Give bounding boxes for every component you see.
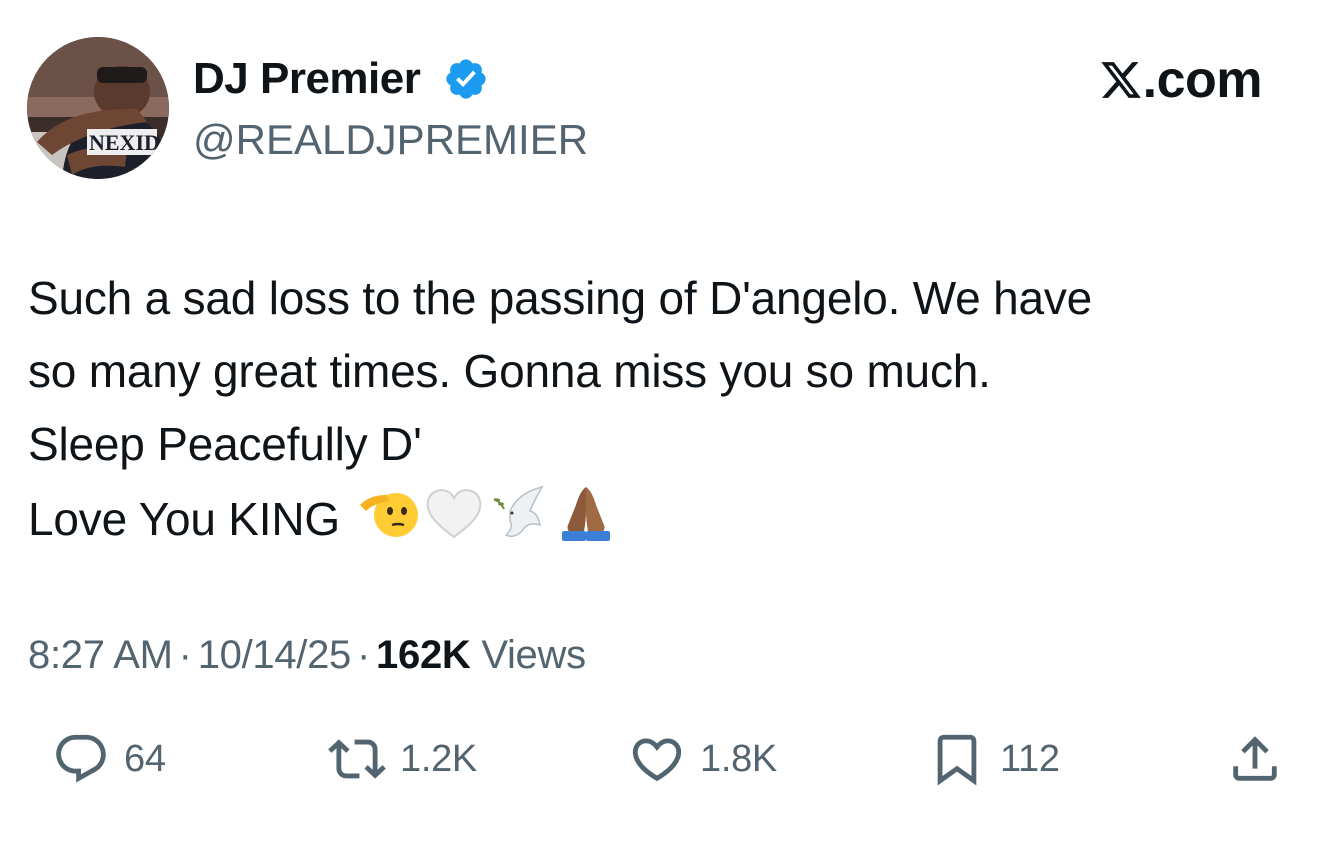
views-count: 162K	[376, 633, 471, 677]
dove-icon	[493, 485, 544, 538]
bookmark-icon	[937, 734, 977, 786]
tweet-card: NEXID DJ Premier @REALDJPREMIER .com Suc…	[0, 0, 1320, 844]
folded-hands-icon	[561, 487, 610, 541]
tweet-time[interactable]: 8:27 AM	[28, 633, 173, 677]
tweet-line: so many great times. Gonna miss you so m…	[28, 345, 991, 397]
bookmark-button[interactable]: 112	[928, 724, 1060, 794]
tweet-text: Such a sad loss to the passing of D'ange…	[28, 262, 1292, 556]
avatar-photo: NEXID	[27, 37, 169, 179]
repost-button[interactable]: 1.2K	[328, 724, 477, 794]
share-icon	[1233, 736, 1277, 781]
share-button[interactable]	[1226, 724, 1284, 794]
bookmark-count: 112	[1000, 737, 1060, 780]
meta-separator: ·	[178, 633, 192, 677]
tweet-date[interactable]: 10/14/25	[198, 633, 352, 677]
user-handle[interactable]: @REALDJPREMIER	[193, 114, 588, 166]
white-heart-icon	[426, 489, 482, 539]
views-label: Views	[481, 633, 586, 677]
reply-count: 64	[124, 737, 166, 780]
avatar-shirt-text: NEXID	[89, 130, 160, 155]
display-name[interactable]: DJ Premier	[193, 52, 421, 106]
tweet-line: Sleep Peacefully D'	[28, 418, 422, 470]
action-bar: 64 1.2K 1.8K 112	[0, 724, 1320, 794]
saluting-face-icon	[359, 493, 418, 537]
like-button[interactable]: 1.8K	[628, 724, 777, 794]
repost-count: 1.2K	[400, 737, 477, 780]
reply-button[interactable]: 64	[52, 724, 166, 794]
repost-icon	[328, 739, 386, 779]
heart-icon	[632, 738, 682, 782]
x-com-brand: .com	[1099, 51, 1263, 109]
x-logo-icon	[1100, 62, 1141, 98]
tweet-meta: 8:27 AM · 10/14/25 · 162K Views	[28, 628, 586, 682]
verified-badge-icon	[446, 59, 486, 99]
avatar[interactable]: NEXID	[27, 37, 169, 179]
meta-separator: ·	[357, 633, 371, 677]
tweet-line-text: Love You KING	[28, 493, 340, 545]
reply-icon	[56, 734, 106, 783]
tweet-line-last: Love You KING	[28, 481, 1292, 556]
emoji-row	[356, 481, 620, 545]
tweet-line: Such a sad loss to the passing of D'ange…	[28, 272, 1093, 324]
brand-label: .com	[1142, 51, 1263, 109]
like-count: 1.8K	[700, 737, 777, 780]
